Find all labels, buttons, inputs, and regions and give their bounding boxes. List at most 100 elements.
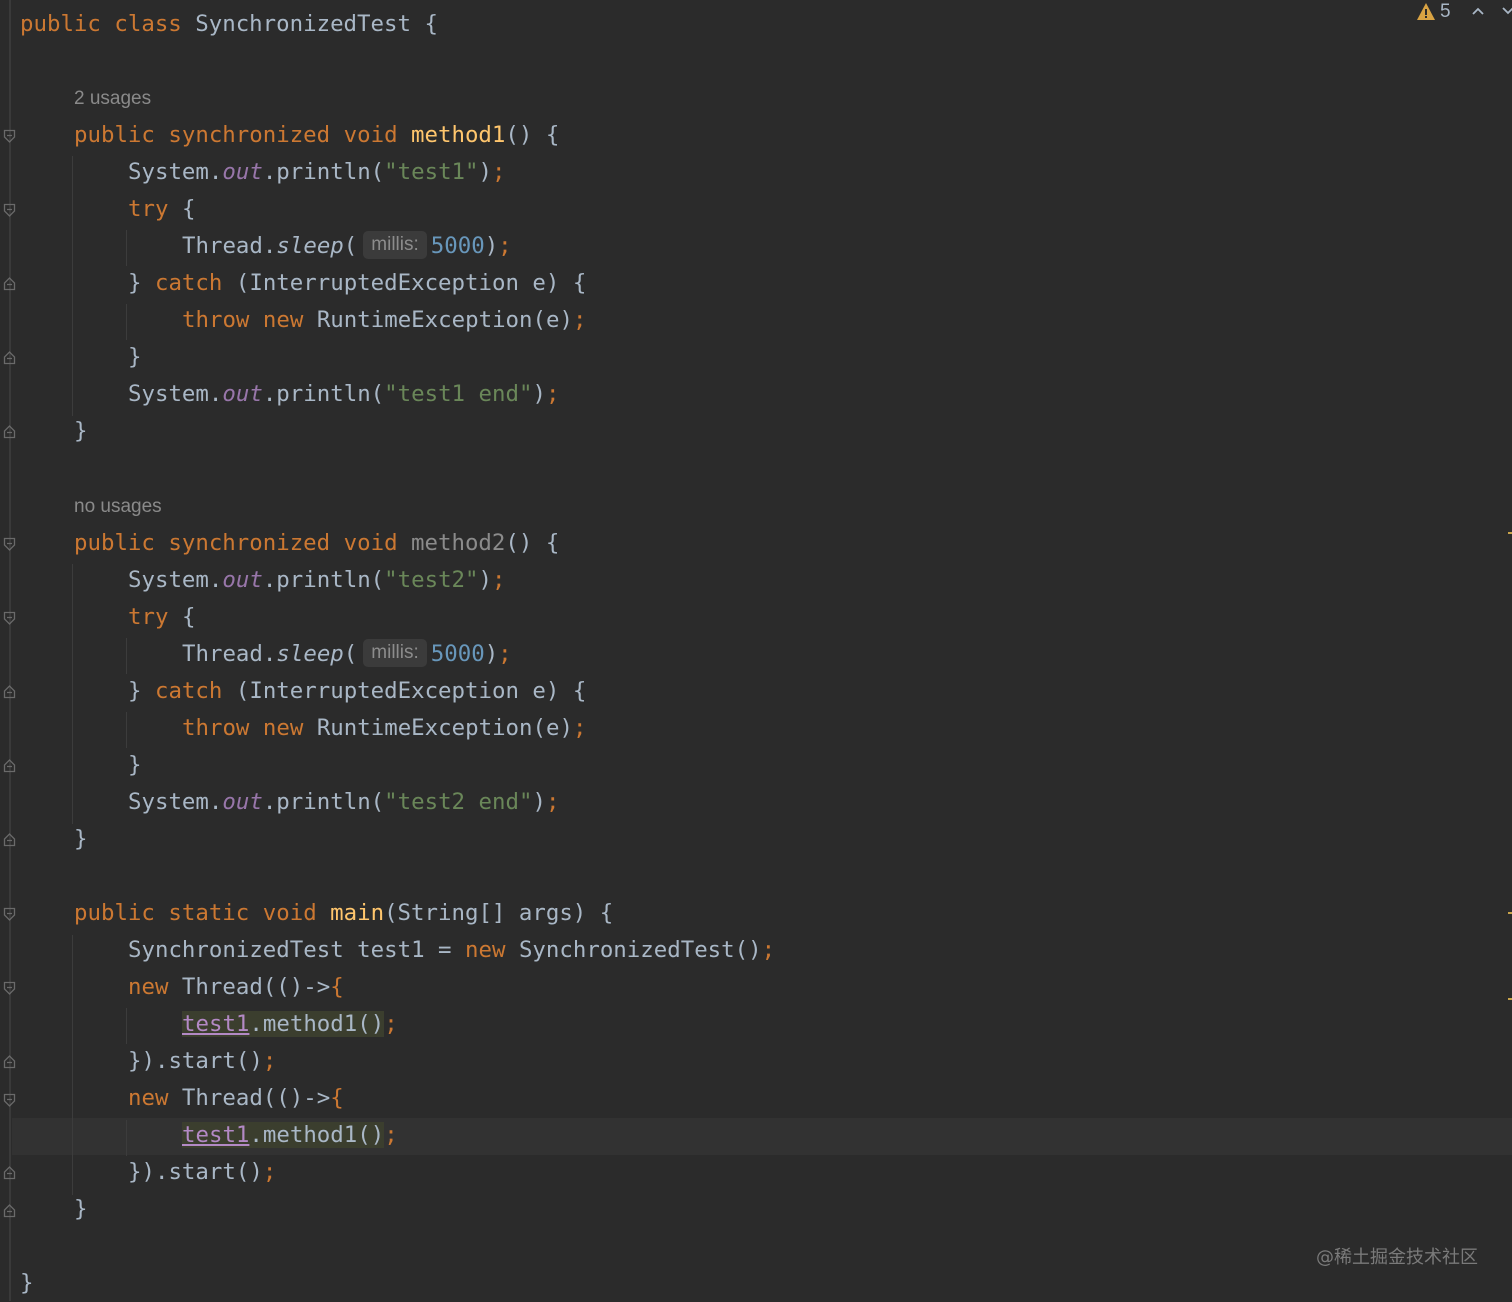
- params: () {: [505, 530, 560, 556]
- code-line[interactable]: }: [74, 1191, 87, 1228]
- token: System.: [128, 789, 223, 815]
- code-line-current[interactable]: test1.method1();: [182, 1117, 398, 1154]
- string-literal: "test2 end": [384, 789, 533, 815]
- fold-open-icon[interactable]: [3, 981, 16, 996]
- field-token: out: [222, 789, 263, 815]
- indent-guide: [126, 304, 127, 340]
- variable-reference[interactable]: test1: [182, 1011, 249, 1037]
- fold-close-icon[interactable]: [3, 1203, 16, 1218]
- code-line[interactable]: }: [20, 1265, 33, 1302]
- params: () {: [505, 122, 560, 148]
- usages-hint[interactable]: 2 usages: [74, 86, 151, 112]
- code-line[interactable]: try {: [128, 599, 195, 636]
- code-line[interactable]: }: [74, 413, 87, 450]
- code-line[interactable]: }: [128, 747, 141, 784]
- code-line[interactable]: System.out.println("test1");: [128, 154, 506, 191]
- brace: {: [330, 1085, 344, 1111]
- fold-open-icon[interactable]: [3, 129, 16, 144]
- keyword: try: [128, 196, 169, 222]
- brace: }: [74, 826, 88, 852]
- semicolon: ;: [761, 937, 776, 963]
- token: Thread.: [182, 233, 277, 259]
- code-line-main-decl[interactable]: public static void main(String[] args) {: [74, 895, 613, 932]
- code-line[interactable]: System.out.println("test2 end");: [128, 784, 559, 821]
- token: RuntimeException(e): [303, 715, 573, 741]
- number-literal: 5000: [430, 233, 485, 259]
- semicolon: ;: [498, 641, 512, 667]
- token: Thread.: [182, 641, 277, 667]
- token: (InterruptedException e) {: [222, 270, 587, 296]
- string-literal: "test2": [384, 567, 479, 593]
- token: (InterruptedException e) {: [222, 678, 587, 704]
- code-line[interactable]: System.out.println("test2");: [128, 562, 506, 599]
- fold-close-icon[interactable]: [3, 350, 16, 365]
- code-line[interactable]: } catch (InterruptedException e) {: [128, 265, 586, 302]
- code-line[interactable]: Thread.sleep(millis: 5000);: [182, 228, 512, 265]
- code-line[interactable]: new Thread(()->{: [128, 1080, 344, 1117]
- keyword: throw: [182, 715, 250, 741]
- code-line[interactable]: }).start();: [128, 1154, 276, 1191]
- indent-guide: [72, 935, 73, 1195]
- code-line[interactable]: } catch (InterruptedException e) {: [128, 673, 586, 710]
- scrollbar-warning-marker[interactable]: [1508, 998, 1512, 1000]
- token: }: [128, 270, 155, 296]
- brace: }: [128, 344, 142, 370]
- semicolon: ;: [572, 715, 587, 741]
- chevron-up-icon[interactable]: [1470, 3, 1486, 19]
- code-editor[interactable]: public class SynchronizedTest { 2 usages…: [0, 0, 1512, 1301]
- fold-open-icon[interactable]: [3, 1093, 16, 1108]
- code-line[interactable]: Thread.sleep(millis: 5000);: [182, 636, 512, 673]
- code-line-class-decl[interactable]: public class SynchronizedTest {: [20, 6, 438, 43]
- indent-guide: [126, 712, 127, 748]
- chevron-down-icon[interactable]: [1500, 3, 1512, 19]
- brace: {: [181, 604, 196, 630]
- code-line[interactable]: System.out.println("test1 end");: [128, 376, 559, 413]
- keyword: catch: [154, 678, 223, 704]
- keyword: void: [343, 122, 398, 148]
- token: ): [484, 233, 499, 259]
- usages-hint[interactable]: no usages: [74, 494, 162, 520]
- fold-open-icon[interactable]: [3, 907, 16, 922]
- fold-open-icon[interactable]: [3, 203, 16, 218]
- fold-close-icon[interactable]: [3, 1054, 16, 1069]
- keyword: new: [262, 715, 304, 741]
- indent-guide: [126, 1008, 127, 1044]
- code-line[interactable]: new Thread(()->{: [128, 969, 344, 1006]
- semicolon: ;: [498, 233, 512, 259]
- keyword: try: [128, 604, 169, 630]
- code-line[interactable]: test1.method1();: [182, 1006, 398, 1043]
- token: RuntimeException(e): [303, 307, 573, 333]
- string-literal: "test1": [384, 159, 479, 185]
- fold-open-icon[interactable]: [3, 537, 16, 552]
- code-line[interactable]: SynchronizedTest test1 = new Synchronize…: [128, 932, 775, 969]
- fold-open-icon[interactable]: [3, 611, 16, 626]
- field-token: out: [222, 381, 263, 407]
- code-line-method1-decl[interactable]: public synchronized void method1() {: [74, 117, 559, 154]
- code-line[interactable]: }: [128, 339, 141, 376]
- inspection-widget[interactable]: 5: [1412, 0, 1512, 26]
- code-line[interactable]: try {: [128, 191, 195, 228]
- scrollbar-warning-marker[interactable]: [1508, 912, 1512, 914]
- fold-close-icon[interactable]: [3, 684, 16, 699]
- fold-close-icon[interactable]: [3, 424, 16, 439]
- fold-close-icon[interactable]: [3, 1165, 16, 1180]
- code-line[interactable]: throw new RuntimeException(e);: [182, 302, 586, 339]
- brace: }: [74, 418, 88, 444]
- keyword: public: [74, 530, 155, 556]
- code-line-method2-decl[interactable]: public synchronized void method2() {: [74, 525, 559, 562]
- method-call: .method1(): [249, 1122, 385, 1148]
- fold-close-icon[interactable]: [3, 758, 16, 773]
- code-line[interactable]: }).start();: [128, 1043, 276, 1080]
- scrollbar-warning-marker[interactable]: [1508, 532, 1512, 534]
- method-name: method1: [411, 122, 506, 148]
- token: System.: [128, 381, 223, 407]
- method-name: main: [330, 900, 385, 926]
- fold-close-icon[interactable]: [3, 276, 16, 291]
- keyword: new: [465, 937, 506, 963]
- token: }).start(): [128, 1159, 263, 1185]
- variable-reference[interactable]: test1: [182, 1122, 249, 1148]
- fold-close-icon[interactable]: [3, 832, 16, 847]
- keyword: public: [74, 122, 155, 148]
- code-line[interactable]: throw new RuntimeException(e);: [182, 710, 586, 747]
- code-line[interactable]: }: [74, 821, 87, 858]
